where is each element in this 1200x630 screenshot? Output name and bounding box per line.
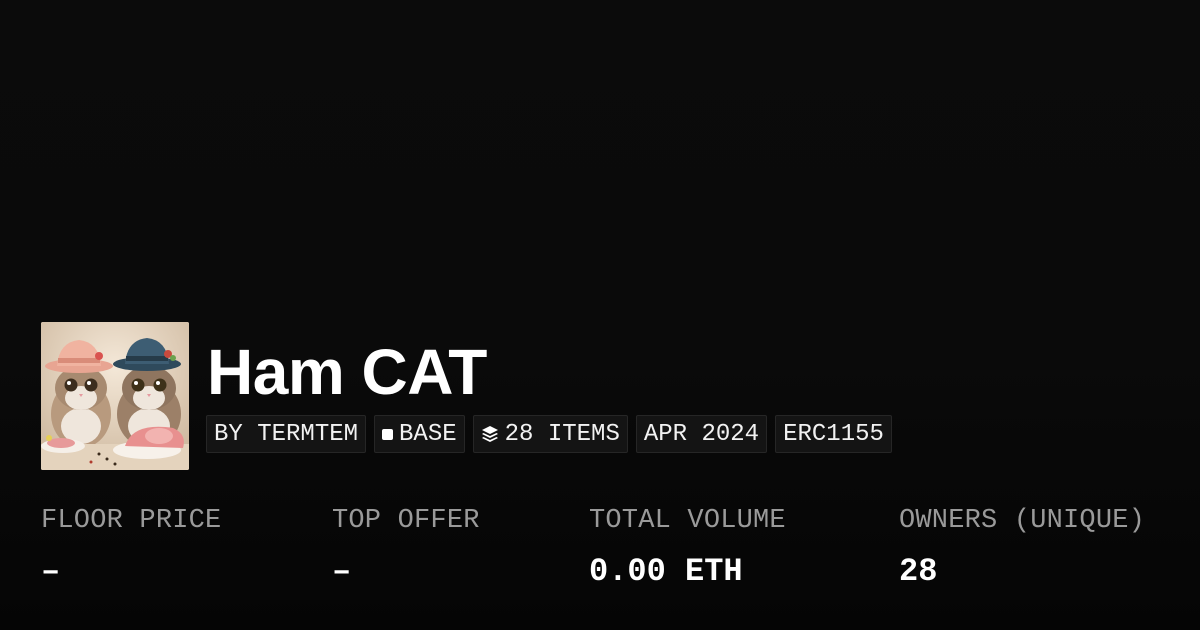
created-date-tag: APR 2024	[635, 415, 768, 453]
token-standard-tag: ERC1155	[775, 415, 892, 453]
floor-price-label: FLOOR PRICE	[41, 506, 222, 536]
items-count-tag: 28 ITEMS	[472, 415, 628, 453]
chain-tag-label: BASE	[399, 420, 457, 448]
top-offer-stat: TOP OFFER –	[332, 503, 480, 591]
total-volume-label: TOTAL VOLUME	[589, 506, 786, 536]
chain-tag[interactable]: BASE	[374, 415, 465, 453]
owners-value: 28	[899, 553, 938, 590]
created-date-label: APR 2024	[643, 420, 760, 448]
layers-icon	[481, 426, 498, 442]
floor-price-stat: FLOOR PRICE –	[41, 503, 221, 591]
collection-tags: BY TERMTEM BASE 28 ITEMS APR 2024 ERC115…	[206, 415, 892, 455]
owners-label: OWNERS (UNIQUE)	[899, 506, 1146, 536]
creator-tag[interactable]: BY TERMTEM	[206, 415, 367, 453]
token-standard-label: ERC1155	[783, 420, 884, 448]
cats-artwork-image	[41, 322, 189, 470]
creator-tag-label: BY TERMTEM	[214, 420, 359, 448]
total-volume-value: 0.00 ETH	[589, 553, 743, 590]
floor-price-value: –	[41, 553, 61, 590]
top-offer-value: –	[332, 553, 352, 590]
collection-avatar	[41, 322, 189, 470]
square-icon	[382, 428, 394, 440]
top-offer-label: TOP OFFER	[332, 506, 480, 536]
collection-title: Ham CAT	[207, 336, 487, 408]
collection-preview-card: Ham CAT BY TERMTEM BASE 28 ITEMS APR 202…	[0, 0, 1200, 630]
items-count-label: 28 ITEMS	[504, 420, 620, 448]
collection-stats: FLOOR PRICE – TOP OFFER – TOTAL VOLUME 0…	[0, 503, 1200, 603]
owners-stat: OWNERS (UNIQUE) 28	[899, 503, 1145, 591]
total-volume-stat: TOTAL VOLUME 0.00 ETH	[589, 503, 786, 591]
